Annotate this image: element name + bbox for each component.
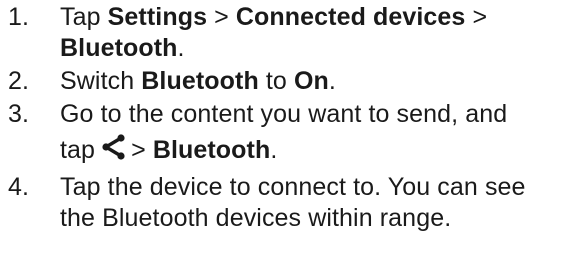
step-2: 2. Switch Bluetooth to On. xyxy=(8,66,578,97)
bluetooth-label: Bluetooth xyxy=(141,67,259,95)
settings-label: Settings xyxy=(107,3,208,31)
step-line: Go to the content you want to send, and xyxy=(60,99,578,130)
step-text: Go to the content you want to send, and xyxy=(60,100,508,128)
step-3: 3. Go to the content you want to send, a… xyxy=(8,99,578,170)
instruction-list: 1. Tap Settings > Connected devices > Bl… xyxy=(8,2,578,236)
bluetooth-label: Bluetooth xyxy=(60,34,178,62)
step-4: 4. Tap the device to connect to. You can… xyxy=(8,172,578,234)
step-text: to xyxy=(258,67,294,95)
step-text: the Bluetooth devices within range. xyxy=(60,204,452,232)
step-text: Switch xyxy=(60,67,142,95)
step-line: tap > Bluetooth. xyxy=(60,130,578,170)
step-text: . xyxy=(177,34,185,62)
share-icon xyxy=(101,132,127,160)
step-line: Switch Bluetooth to On. xyxy=(60,66,578,97)
step-line: the Bluetooth devices within range. xyxy=(60,203,578,234)
step-text: Tap the device to connect to. You can se… xyxy=(60,173,526,201)
step-line: Tap Settings > Connected devices > xyxy=(60,2,578,33)
step-1: 1. Tap Settings > Connected devices > Bl… xyxy=(8,2,578,64)
on-label: On xyxy=(293,67,329,95)
step-line: Tap the device to connect to. You can se… xyxy=(60,172,578,203)
step-text: > xyxy=(465,3,488,31)
step-text: . xyxy=(328,67,336,95)
step-number: 2. xyxy=(8,67,30,95)
step-line: Bluetooth. xyxy=(60,33,578,64)
bluetooth-label: Bluetooth xyxy=(152,136,271,164)
step-text: tap xyxy=(60,136,96,164)
step-text: > xyxy=(207,3,236,31)
step-number: 4. xyxy=(8,173,30,201)
connected-devices-label: Connected devices xyxy=(235,3,466,31)
step-text: > xyxy=(131,136,153,164)
step-text: Tap xyxy=(60,3,108,31)
step-number: 3. xyxy=(8,100,30,128)
step-text: . xyxy=(270,136,278,164)
step-number: 1. xyxy=(8,3,30,31)
